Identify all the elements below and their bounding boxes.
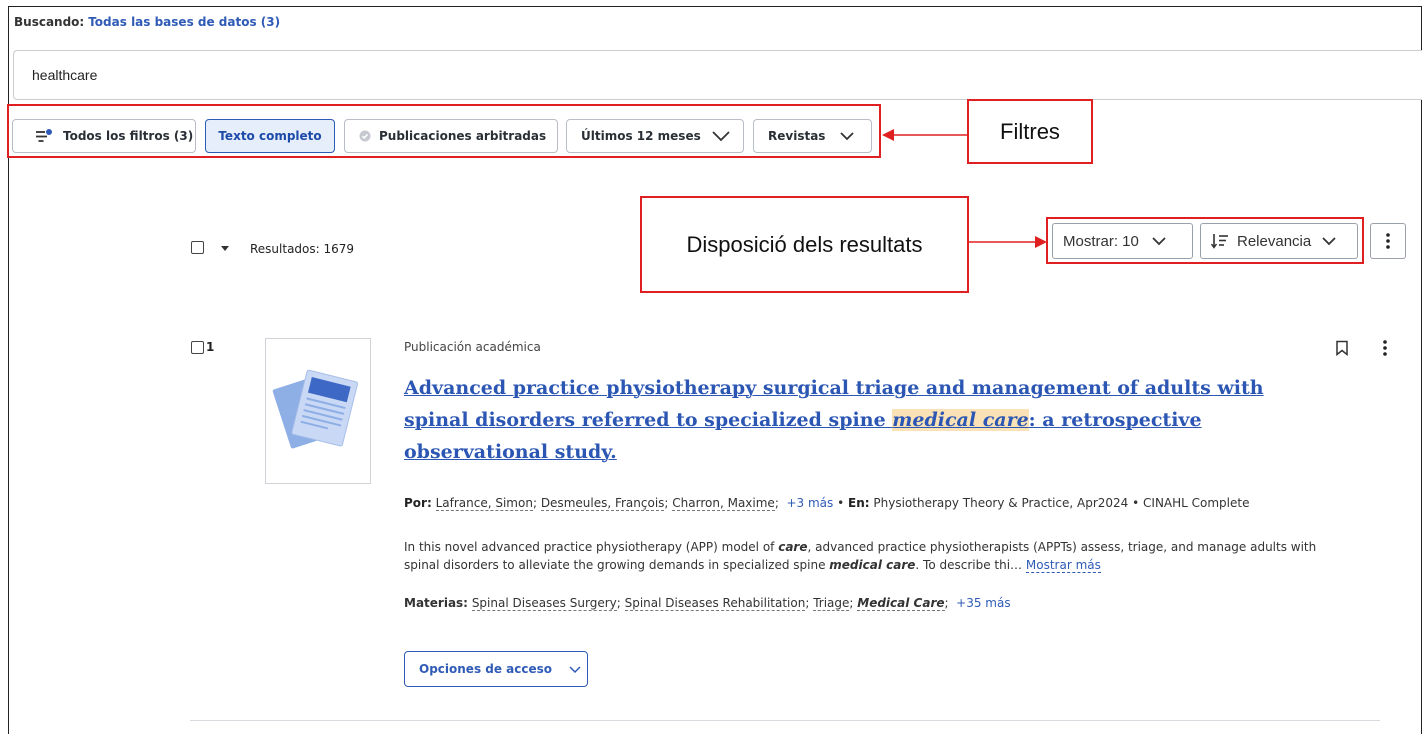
results-layout-callout-label: Disposició dels resultats (686, 231, 923, 257)
peer-reviewed-filter[interactable]: Publicaciones arbitradas (344, 119, 558, 153)
show-count-select[interactable]: Mostrar: 10 (1052, 223, 1193, 259)
peer-reviewed-icon (359, 130, 371, 142)
chevron-down-icon (1322, 237, 1336, 246)
publication-type: Publicación académica (404, 340, 541, 354)
searching-line: Buscando: Todas las bases de datos (3) (14, 15, 280, 29)
chevron-down-icon (1152, 237, 1166, 246)
sort-select[interactable]: Relevancia (1200, 223, 1358, 259)
journals-filter[interactable]: Revistas (753, 119, 872, 153)
subject-link[interactable]: Spinal Diseases Surgery (471, 596, 617, 611)
filters-arrow-icon (882, 129, 968, 141)
last-12-months-filter[interactable]: Últimos 12 meses (566, 119, 744, 153)
more-subjects-link[interactable]: +35 más (956, 596, 1010, 610)
chevron-down-icon (569, 665, 581, 673)
database-link[interactable]: Todas las bases de datos (3) (88, 15, 280, 29)
results-layout-callout: Disposició dels resultats (640, 196, 969, 293)
search-input[interactable] (14, 51, 1422, 99)
by-label: Por: (404, 496, 432, 510)
search-box[interactable] (13, 50, 1422, 100)
abstract-part-3: . To describe thi… (915, 558, 1023, 572)
last-12-months-label: Últimos 12 meses (581, 129, 701, 143)
results-layout-arrow-icon (969, 236, 1047, 248)
title-highlight: medical care (892, 409, 1029, 431)
source-text: Physiotherapy Theory & Practice, Apr2024… (873, 496, 1250, 510)
sort-icon (1211, 234, 1228, 249)
abstract-part-1: In this novel advanced practice physioth… (404, 540, 779, 554)
all-filters-label: Todos los filtros (3) (63, 129, 194, 143)
result-byline: Por: Lafrance, Simon; Desmeules, Françoi… (404, 496, 1250, 511)
full-text-filter[interactable]: Texto completo (205, 119, 335, 153)
subject-link[interactable]: Spinal Diseases Rehabilitation (624, 596, 806, 611)
select-all-caret-icon[interactable] (221, 246, 229, 251)
result-title-link[interactable]: Advanced practice physiotherapy surgical… (404, 372, 1284, 468)
abstract-highlight: care (778, 540, 808, 554)
result-subjects: Materias: Spinal Diseases Surgery; Spina… (404, 596, 1011, 611)
result-checkbox[interactable] (191, 341, 204, 354)
sort-label: Relevancia (1237, 232, 1312, 250)
author-link[interactable]: Charron, Maxime (672, 496, 775, 511)
access-options-label: Opciones de acceso (419, 662, 553, 676)
author-link[interactable]: Desmeules, François (540, 496, 665, 511)
result-kebab-menu-icon[interactable] (1382, 340, 1388, 356)
searching-label: Buscando: (14, 15, 85, 29)
peer-reviewed-label: Publicaciones arbitradas (379, 129, 547, 143)
in-label: En: (848, 496, 870, 510)
more-options-button[interactable] (1370, 223, 1406, 259)
results-count: Resultados: 1679 (250, 242, 355, 256)
subject-link[interactable]: Medical Care (857, 596, 945, 611)
access-options-button[interactable]: Opciones de acceso (404, 651, 588, 687)
result-divider (190, 720, 1380, 721)
full-text-label: Texto completo (218, 129, 322, 143)
select-all-checkbox[interactable] (191, 241, 204, 254)
chevron-down-icon (712, 131, 730, 142)
more-authors-link[interactable]: +3 más (786, 496, 833, 510)
subjects-label: Materias: (404, 596, 468, 610)
author-link[interactable]: Lafrance, Simon (435, 496, 533, 511)
filters-callout-label: Filtres (1000, 118, 1060, 144)
result-number: 1 (206, 340, 215, 354)
kebab-menu-icon (1386, 233, 1390, 249)
chevron-down-icon (840, 132, 855, 141)
subject-link[interactable]: Triage (813, 596, 850, 611)
document-icon (272, 369, 359, 449)
bookmark-icon[interactable] (1335, 340, 1349, 356)
filters-callout: Filtres (967, 99, 1093, 164)
result-abstract: In this novel advanced practice physioth… (404, 538, 1354, 574)
result-thumbnail[interactable] (265, 338, 371, 484)
filters-icon (36, 129, 52, 142)
show-more-link[interactable]: Mostrar más (1025, 558, 1101, 573)
all-filters-button[interactable]: Todos los filtros (3) (12, 119, 196, 153)
abstract-highlight: medical care (829, 558, 916, 572)
journals-label: Revistas (768, 129, 826, 143)
show-count-label: Mostrar: 10 (1063, 232, 1139, 250)
